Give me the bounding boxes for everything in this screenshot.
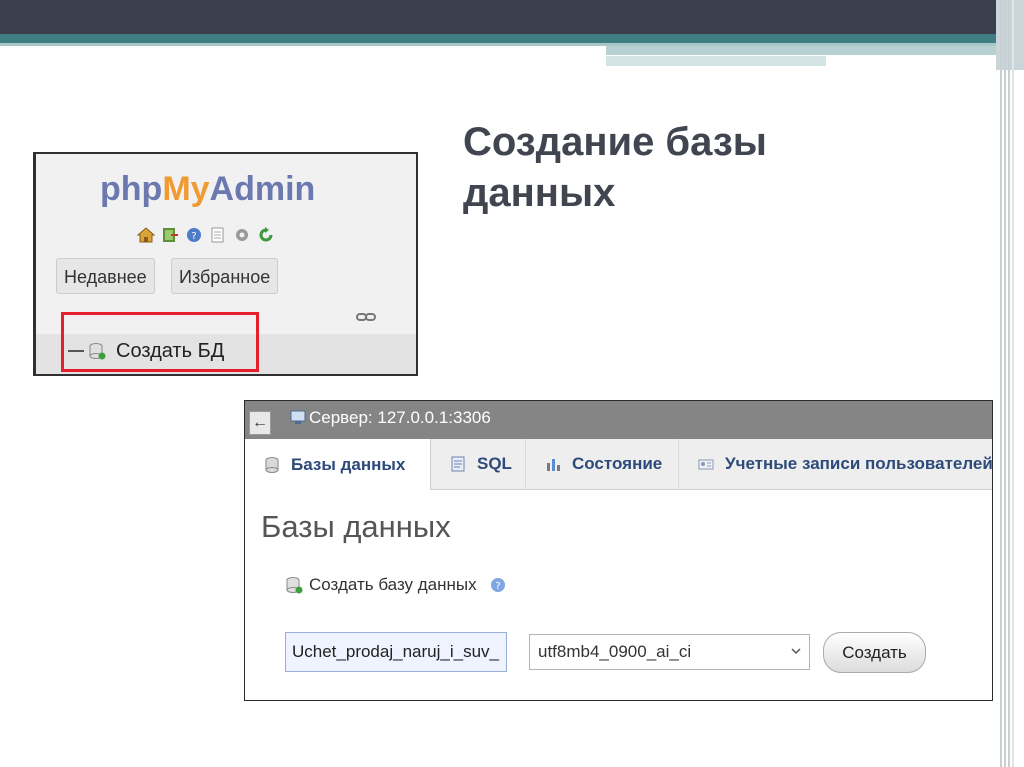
tab-status[interactable]: Состояние [526, 439, 679, 489]
server-databases-screenshot: ← Сервер: 127.0.0.1:3306 Базы данных SQL… [244, 400, 993, 701]
create-db-section: Создать базу данных ? [285, 575, 507, 595]
docs-icon[interactable] [208, 226, 228, 244]
tab-status-label: Состояние [572, 454, 663, 473]
database-name-input[interactable] [285, 632, 507, 672]
tab-databases[interactable]: Базы данных [245, 439, 431, 490]
status-icon [547, 459, 560, 471]
back-button[interactable]: ← [249, 411, 271, 435]
server-tabs: Базы данных SQL Состояние Учетные записи… [245, 439, 993, 490]
help-icon[interactable]: ? [184, 226, 204, 244]
page-title: Базы данных [261, 509, 451, 544]
logo-php: php [100, 170, 163, 208]
logo-admin: Admin [209, 170, 316, 208]
home-icon[interactable] [136, 226, 156, 244]
recent-button[interactable]: Недавнее [56, 258, 155, 294]
exit-icon[interactable] [160, 226, 180, 244]
sql-icon [451, 456, 465, 472]
tab-sql[interactable]: SQL [431, 439, 526, 489]
slide-accent-band [0, 34, 1000, 43]
slide-title: Создание базы данных [463, 120, 767, 215]
svg-text:?: ? [495, 581, 500, 592]
server-icon [290, 410, 306, 424]
slide-edge-stripes [998, 0, 1024, 767]
slide-header-band [0, 0, 1024, 34]
slide-decor-bar [606, 56, 826, 66]
settings-icon[interactable] [232, 226, 252, 244]
link-icon[interactable] [356, 312, 376, 322]
svg-text:?: ? [191, 231, 196, 242]
chevron-down-icon [791, 648, 801, 655]
server-breadcrumb[interactable]: Сервер: 127.0.0.1:3306 [309, 408, 491, 428]
favorites-button[interactable]: Избранное [171, 258, 279, 294]
new-database-icon [286, 577, 303, 594]
pma-navigation-screenshot: phpMyAdmin ? Недавнее Избранное Создать … [33, 152, 418, 376]
create-db-label: Создать базу данных [309, 575, 477, 594]
pma-logo[interactable]: phpMyAdmin [100, 170, 315, 209]
tab-databases-label: Базы данных [291, 454, 406, 474]
tab-user-accounts-label: Учетные записи пользователей [725, 454, 993, 473]
collation-value: utf8mb4_0900_ai_ci [538, 642, 692, 661]
users-icon [698, 459, 714, 470]
database-icon [265, 456, 279, 473]
highlight-box [61, 312, 259, 372]
slide-decor-bar [606, 46, 1000, 55]
pma-icon-row: ? [136, 224, 276, 246]
tab-user-accounts[interactable]: Учетные записи пользователей [679, 439, 993, 489]
reload-icon[interactable] [256, 226, 276, 244]
logo-my: My [162, 170, 210, 208]
tab-sql-label: SQL [477, 454, 512, 473]
create-button[interactable]: Создать [823, 632, 926, 673]
collation-select[interactable]: utf8mb4_0900_ai_ci [529, 634, 810, 670]
help-icon[interactable]: ? [489, 576, 507, 594]
